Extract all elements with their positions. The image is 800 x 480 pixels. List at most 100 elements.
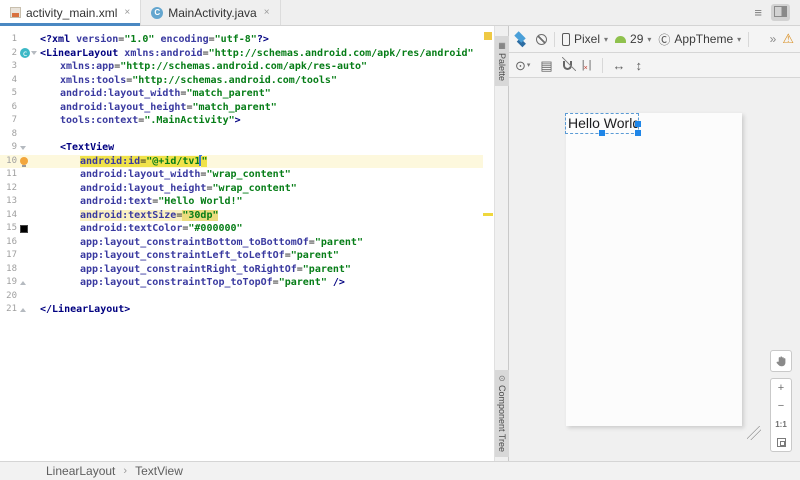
toolbar-separator: [601, 57, 603, 73]
code-text: app:layout_constraintBottom_toBottomOf="…: [80, 236, 363, 248]
code-line-14[interactable]: 14 android:textSize="30dp": [0, 209, 483, 223]
code-line-7[interactable]: 7 tools:context=".MainActivity">: [0, 114, 483, 128]
code-lines: 1 <?xml version="1.0" encoding="utf-8"?> 2…: [0, 33, 483, 317]
gutter: 20: [0, 290, 38, 304]
code-line-20[interactable]: 20: [0, 290, 483, 304]
component-tree-tab[interactable]: ⊙ Component Tree: [495, 370, 509, 457]
color-preview-icon[interactable]: [20, 224, 28, 233]
design-preview-panel: Pixel ▾ 29 ▾ Ⓒ AppTheme ▾ » ⚠ ⊙ ▾ ▤ |×| …: [508, 26, 800, 461]
api-level-selector[interactable]: 29 ▾: [615, 32, 651, 46]
fold-expand-icon[interactable]: [20, 307, 26, 312]
code-line-21[interactable]: 21 </LinearLayout>: [0, 303, 483, 317]
gutter: 1: [0, 33, 38, 47]
code-line-2[interactable]: 2 c <LinearLayout xmlns:android="http://sc…: [0, 47, 483, 61]
code-line-11[interactable]: 11 android:layout_width="wrap_content": [0, 168, 483, 182]
code-line-18[interactable]: 18 app:layout_constraintRight_toRightOf="…: [0, 263, 483, 277]
hamburger-menu-icon[interactable]: ≡: [751, 4, 765, 21]
palette-tab[interactable]: ▦ Palette: [495, 36, 509, 87]
phone-icon: [562, 32, 570, 46]
code-line-13[interactable]: 13 android:text="Hello World!": [0, 195, 483, 209]
orientation-icon[interactable]: [536, 33, 547, 45]
resize-handle-right[interactable]: [635, 120, 641, 127]
editor-tab-bar: activity_main.xml × C MainActivity.java …: [0, 0, 800, 26]
code-line-5[interactable]: 5 android:layout_width="match_parent": [0, 87, 483, 101]
gutter: 18: [0, 263, 38, 277]
code-line-15[interactable]: 15 android:textColor="#000000": [0, 222, 483, 236]
code-line-6[interactable]: 6 android:layout_height="match_parent": [0, 101, 483, 115]
resize-handle-corner[interactable]: [635, 130, 641, 136]
theme-selector[interactable]: Ⓒ AppTheme ▾: [658, 31, 741, 48]
clear-constraints-icon[interactable]: |×|: [582, 59, 592, 72]
warning-triangle-icon[interactable]: ⚠: [782, 31, 794, 47]
pan-button[interactable]: [770, 350, 792, 372]
breadcrumb-linearlayout[interactable]: LinearLayout: [46, 464, 115, 478]
resize-handle-bottom[interactable]: [599, 130, 605, 136]
close-icon[interactable]: ×: [264, 7, 270, 18]
code-text: android:text="Hello World!": [80, 196, 243, 207]
zoom-in-button[interactable]: +: [771, 379, 791, 397]
editor-view-controls: ≡: [751, 0, 800, 25]
tab-label: activity_main.xml: [26, 5, 118, 20]
gutter: 15: [0, 222, 38, 236]
fold-collapse-icon[interactable]: [31, 51, 37, 56]
design-canvas-area[interactable]: Hello World! + − 1:1: [509, 78, 800, 461]
device-selector[interactable]: Pixel ▾: [562, 32, 608, 46]
design-surface-icon[interactable]: [514, 31, 526, 43]
code-line-4[interactable]: 4 xmlns:tools="http://schemas.android.com…: [0, 74, 483, 88]
zoom-out-button[interactable]: −: [771, 397, 791, 415]
textview-selection-box[interactable]: Hello World!: [565, 113, 641, 136]
tab-label: MainActivity.java: [168, 5, 257, 20]
horizontal-arrows-icon[interactable]: ↔: [613, 59, 626, 72]
view-options-button[interactable]: ⊙ ▾: [515, 59, 530, 72]
code-text: app:layout_constraintTop_toTopOf="parent…: [80, 277, 345, 288]
code-line-9[interactable]: 9 <TextView: [0, 141, 483, 155]
inspection-status-icon[interactable]: [484, 32, 492, 40]
line-number: 19: [6, 277, 17, 287]
gutter: 21: [0, 303, 38, 317]
zoom-controls: + − 1:1: [770, 378, 792, 452]
code-line-3[interactable]: 3 xmlns:app="http://schemas.android.com/a…: [0, 60, 483, 74]
code-line-12[interactable]: 12 android:layout_height="wrap_content": [0, 182, 483, 196]
gutter: 16: [0, 236, 38, 250]
line-number: 15: [6, 223, 17, 233]
code-text: xmlns:tools="http://schemas.android.com/…: [60, 74, 337, 86]
code-line-1[interactable]: 1 <?xml version="1.0" encoding="utf-8"?>: [0, 33, 483, 47]
xml-layout-file-icon: [10, 7, 21, 18]
editor-error-stripe[interactable]: [483, 26, 494, 461]
code-line-19[interactable]: 19 app:layout_constraintTop_toTopOf="pare…: [0, 276, 483, 290]
code-text: app:layout_constraintLeft_toLeftOf="pare…: [80, 250, 339, 261]
code-line-16[interactable]: 16 app:layout_constraintBottom_toBottomOf…: [0, 236, 483, 250]
android-studio-window: activity_main.xml × C MainActivity.java …: [0, 0, 800, 480]
code-line-10[interactable]: 10 android:id="@+id/tv1": [0, 154, 483, 168]
breadcrumb-textview[interactable]: TextView: [135, 464, 183, 478]
blueprint-surface-icon[interactable]: ▤: [540, 59, 552, 72]
autoconnect-off-icon[interactable]: [561, 56, 576, 71]
tab-mainactivity-java[interactable]: C MainActivity.java ×: [141, 0, 281, 25]
code-line-17[interactable]: 17 app:layout_constraintLeft_toLeftOf="pa…: [0, 249, 483, 263]
panel-resize-grip-icon[interactable]: [747, 426, 761, 440]
split-view-icon[interactable]: [771, 4, 790, 21]
fit-screen-icon: [776, 437, 786, 447]
zoom-to-fit-button[interactable]: [771, 433, 791, 451]
gutter: 8: [0, 128, 38, 142]
gutter: 6: [0, 101, 38, 115]
class-indicator-icon[interactable]: c: [20, 48, 30, 59]
fold-collapse-icon[interactable]: [20, 145, 26, 150]
lightbulb-icon[interactable]: [20, 157, 28, 168]
line-number: 3: [11, 61, 17, 71]
close-icon[interactable]: ×: [124, 7, 130, 18]
zoom-actual-size-button[interactable]: 1:1: [771, 415, 791, 433]
code-line-8[interactable]: 8: [0, 128, 483, 142]
toolbar-overflow-icon[interactable]: »: [770, 32, 777, 46]
chevron-down-icon: ▾: [647, 34, 652, 44]
line-number: 21: [6, 304, 17, 314]
main-area: 1 <?xml version="1.0" encoding="utf-8"?> 2…: [0, 26, 800, 461]
code-editor[interactable]: 1 <?xml version="1.0" encoding="utf-8"?> 2…: [0, 26, 483, 461]
line-number: 4: [11, 74, 17, 85]
tab-activity-main-xml[interactable]: activity_main.xml ×: [0, 0, 142, 26]
device-preview-canvas[interactable]: [566, 113, 742, 426]
vertical-arrows-icon[interactable]: ↕: [636, 59, 643, 72]
fold-expand-icon[interactable]: [20, 280, 26, 285]
warning-stripe-mark[interactable]: [483, 213, 493, 216]
